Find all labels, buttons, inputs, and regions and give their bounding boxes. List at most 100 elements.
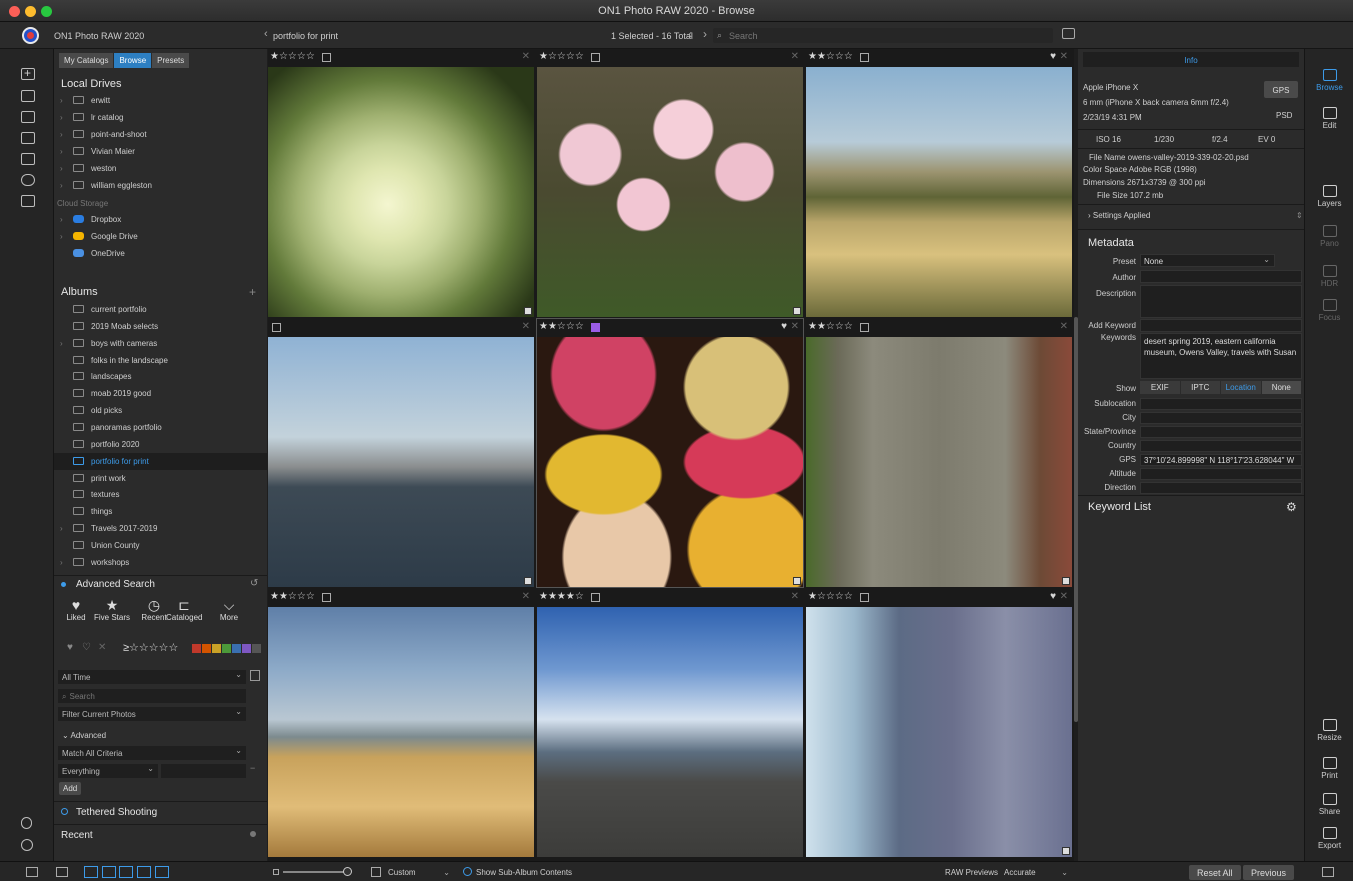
tab-presets[interactable]: Presets bbox=[152, 53, 190, 68]
criteria-value-input[interactable] bbox=[161, 764, 246, 778]
chevron-right-icon[interactable]: › bbox=[60, 147, 63, 156]
unliked-filter-icon[interactable]: ♡ bbox=[82, 642, 91, 653]
star-rating[interactable]: ★☆☆☆☆ bbox=[270, 51, 315, 62]
drive-icon[interactable] bbox=[21, 153, 35, 165]
photo-thumbnail[interactable]: ★★★★☆ ✕ bbox=[537, 589, 803, 857]
local-drives-title[interactable]: Local Drives bbox=[61, 78, 122, 90]
map-view-icon[interactable] bbox=[155, 866, 169, 878]
tab-browse[interactable]: Browse bbox=[114, 53, 152, 68]
share-button[interactable]: Share bbox=[1305, 793, 1353, 816]
photo-thumbnail[interactable]: ★☆☆☆☆ ✕ bbox=[537, 49, 803, 317]
star-rating[interactable]: ★★☆☆☆ bbox=[539, 321, 584, 332]
quick-filter-more[interactable]: ⌵ More bbox=[211, 597, 247, 622]
photo-image[interactable] bbox=[537, 337, 803, 587]
chevron-right-icon[interactable]: › bbox=[60, 215, 63, 224]
module-browse[interactable]: Browse bbox=[1305, 69, 1353, 92]
quick-filter-cataloged[interactable]: ⊏ Cataloged bbox=[166, 597, 202, 622]
photo-thumbnail[interactable]: ★☆☆☆☆ ✕ bbox=[268, 49, 534, 317]
rejected-filter-icon[interactable]: ✕ bbox=[98, 642, 106, 653]
photo-image[interactable] bbox=[537, 607, 803, 857]
filmstrip-icon[interactable] bbox=[56, 867, 68, 877]
album-item[interactable]: Union County bbox=[54, 537, 267, 554]
show-sub-album-label[interactable]: Show Sub-Album Contents bbox=[476, 868, 572, 877]
color-label-box[interactable] bbox=[322, 53, 331, 62]
location-field-input[interactable] bbox=[1140, 412, 1302, 424]
photo-image[interactable] bbox=[806, 337, 1072, 587]
module-layers[interactable]: Layers bbox=[1305, 185, 1353, 208]
keyword-list-title[interactable]: Keyword List bbox=[1088, 501, 1151, 513]
show-tab-location[interactable]: Location bbox=[1221, 381, 1261, 394]
star-rating[interactable]: ★★☆☆☆ bbox=[808, 321, 853, 332]
photo-image[interactable] bbox=[806, 607, 1072, 857]
add-icon[interactable]: + bbox=[21, 66, 35, 80]
album-item[interactable]: old picks bbox=[54, 402, 267, 419]
star-rating[interactable]: ★★★★☆ bbox=[539, 591, 584, 602]
star-rating[interactable]: ★★☆☆☆ bbox=[808, 51, 853, 62]
advanced-search-header[interactable]: Advanced Search ↺ bbox=[54, 575, 267, 593]
export-button[interactable]: Export bbox=[1305, 827, 1353, 850]
view-mode-select[interactable]: Custom bbox=[388, 868, 454, 877]
album-item[interactable]: portfolio 2020 bbox=[54, 436, 267, 453]
local-drive-item[interactable]: › point-and-shoot bbox=[54, 126, 267, 143]
criteria-select[interactable]: Match All Criteria bbox=[58, 746, 246, 760]
local-drive-item[interactable]: › weston bbox=[54, 160, 267, 177]
quick-filter-five-stars[interactable]: ★ Five Stars bbox=[94, 597, 130, 622]
album-item[interactable]: folks in the landscape bbox=[54, 352, 267, 369]
color-label-box[interactable] bbox=[860, 593, 869, 602]
camera-icon[interactable] bbox=[21, 111, 35, 123]
folder-icon[interactable] bbox=[21, 132, 35, 144]
help-icon[interactable] bbox=[21, 839, 33, 851]
grid-view-icon[interactable] bbox=[84, 866, 98, 878]
liked-heart-icon[interactable]: ♥ bbox=[1050, 591, 1056, 602]
chevron-right-icon[interactable]: › bbox=[60, 339, 63, 348]
album-item[interactable]: panoramas portfolio bbox=[54, 419, 267, 436]
color-label-filter[interactable] bbox=[212, 644, 221, 653]
star-rating[interactable]: ★☆☆☆☆ bbox=[539, 51, 584, 62]
location-field-input[interactable] bbox=[1140, 440, 1302, 452]
photo-thumbnail[interactable]: ★★☆☆☆ ♥ ✕ bbox=[536, 318, 804, 588]
photo-thumbnail[interactable]: ★★☆☆☆ ✕ bbox=[268, 589, 534, 857]
filter-scope-select[interactable]: Filter Current Photos bbox=[58, 707, 246, 721]
resize-button[interactable]: Resize bbox=[1305, 719, 1353, 742]
tethered-shooting-header[interactable]: Tethered Shooting bbox=[54, 801, 267, 821]
print-button[interactable]: Print bbox=[1305, 757, 1353, 780]
photo-thumbnail[interactable]: ★★☆☆☆ ✕ bbox=[806, 319, 1072, 587]
field-select[interactable]: Everything bbox=[58, 764, 158, 778]
album-item[interactable]: › boys with cameras bbox=[54, 335, 267, 352]
reset-search-icon[interactable]: ↺ bbox=[250, 578, 258, 589]
photo-thumbnail[interactable]: ★☆☆☆☆ ♥ ✕ bbox=[806, 589, 1072, 857]
reject-icon[interactable]: ✕ bbox=[1060, 321, 1068, 332]
reset-all-button[interactable]: Reset All bbox=[1189, 865, 1241, 880]
album-item[interactable]: portfolio for print bbox=[54, 452, 267, 470]
module-edit[interactable]: Edit bbox=[1305, 107, 1353, 130]
color-label-box[interactable] bbox=[591, 53, 600, 62]
album-item[interactable]: textures bbox=[54, 486, 267, 503]
star-rating[interactable]: ★★☆☆☆ bbox=[270, 591, 315, 602]
cloud-icon[interactable] bbox=[21, 174, 35, 186]
reject-icon[interactable]: ✕ bbox=[791, 591, 799, 602]
filmstrip-view-icon[interactable] bbox=[119, 866, 133, 878]
left-search-input[interactable]: ⌕ Search bbox=[58, 689, 246, 703]
liked-heart-icon[interactable]: ♥ bbox=[1050, 51, 1056, 62]
location-field-input[interactable] bbox=[1140, 426, 1302, 438]
app-logo-icon[interactable] bbox=[22, 27, 39, 44]
recent-header[interactable]: Recent bbox=[54, 824, 267, 844]
color-label-box[interactable] bbox=[860, 323, 869, 332]
chevron-right-icon[interactable]: › bbox=[60, 164, 63, 173]
add-criteria-button[interactable]: Add bbox=[59, 782, 82, 795]
settings-applied-toggle[interactable]: › Settings Applied bbox=[1088, 211, 1150, 220]
previous-button[interactable]: Previous bbox=[1243, 865, 1295, 880]
location-field-input[interactable]: 37°10'24.899998" N 118°17'23.628044" W bbox=[1140, 454, 1302, 466]
quick-filter-liked[interactable]: ♥ Liked bbox=[58, 597, 94, 622]
color-label-box[interactable] bbox=[591, 593, 600, 602]
color-label-filter[interactable] bbox=[202, 644, 211, 653]
color-label-box[interactable] bbox=[860, 53, 869, 62]
show-tab-none[interactable]: None bbox=[1261, 381, 1301, 394]
reject-icon[interactable]: ✕ bbox=[522, 591, 530, 602]
album-item[interactable]: 2019 Moab selects bbox=[54, 318, 267, 335]
description-field[interactable] bbox=[1140, 285, 1302, 318]
photo-image[interactable] bbox=[537, 67, 803, 317]
chevron-right-icon[interactable]: › bbox=[60, 96, 63, 105]
location-field-input[interactable] bbox=[1140, 398, 1302, 410]
local-drive-item[interactable]: › william eggleston bbox=[54, 177, 267, 194]
